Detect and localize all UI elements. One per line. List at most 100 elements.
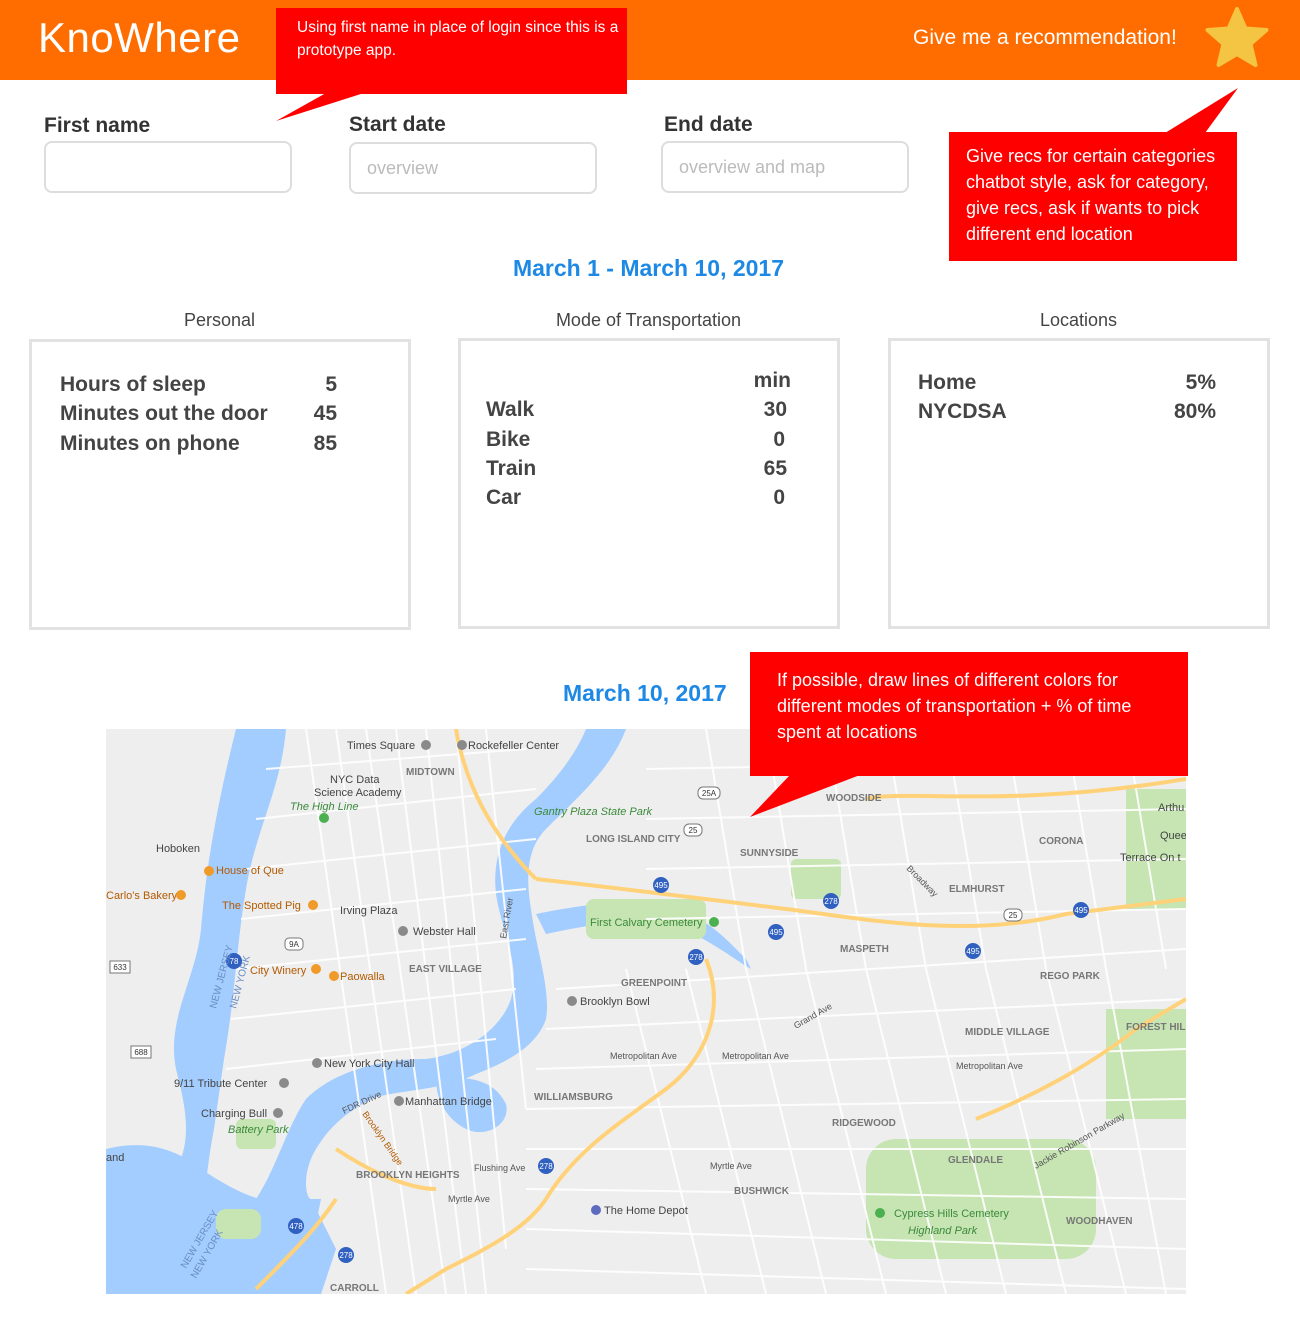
transport-value-bike: 0 <box>773 428 785 451</box>
svg-text:Manhattan Bridge: Manhattan Bridge <box>405 1096 492 1108</box>
route-map[interactable]: 495 278 495 278 495 495 278 278 478 78 2… <box>106 729 1186 1294</box>
svg-text:House of Que: House of Que <box>216 865 284 877</box>
svg-text:Cypress Hills Cemetery: Cypress Hills Cemetery <box>894 1208 1009 1220</box>
svg-text:REGO PARK: REGO PARK <box>1040 971 1101 982</box>
svg-text:Terrace On t: Terrace On t <box>1120 852 1181 864</box>
personal-value-sleep: 5 <box>325 373 337 396</box>
svg-text:688: 688 <box>134 1048 148 1057</box>
knowhere-page: KnoWhere Give me a recommendation! Using… <box>0 0 1300 1337</box>
svg-text:Times Square: Times Square <box>347 740 415 752</box>
svg-text:278: 278 <box>824 897 838 906</box>
svg-text:Arthu: Arthu <box>1158 802 1184 814</box>
personal-label-sleep: Hours of sleep <box>60 373 206 396</box>
recommendation-button[interactable]: Give me a recommendation! <box>913 26 1177 50</box>
svg-text:LONG ISLAND CITY: LONG ISLAND CITY <box>586 834 681 845</box>
first-name-annotation: Using first name in place of login since… <box>276 8 627 94</box>
svg-text:The High Line: The High Line <box>290 801 359 813</box>
first-name-input[interactable] <box>44 141 292 193</box>
svg-text:25: 25 <box>1009 911 1018 920</box>
svg-text:Paowalla: Paowalla <box>340 971 386 983</box>
svg-text:Myrtle Ave: Myrtle Ave <box>710 1161 752 1171</box>
svg-text:Science Academy: Science Academy <box>314 787 402 799</box>
svg-text:MIDDLE VILLAGE: MIDDLE VILLAGE <box>965 1027 1050 1038</box>
svg-text:FOREST HIL: FOREST HIL <box>1126 1022 1185 1033</box>
svg-text:ELMHURST: ELMHURST <box>949 884 1005 895</box>
location-value-home: 5% <box>1185 371 1216 394</box>
locations-panel: Home 5% NYCDSA 80% <box>888 338 1270 629</box>
svg-text:BUSHWICK: BUSHWICK <box>734 1186 790 1197</box>
map-annotation: If possible, draw lines of different col… <box>750 652 1188 776</box>
svg-text:Quee: Quee <box>1160 830 1186 842</box>
map-annotation-pointer <box>750 775 860 817</box>
transport-value-walk: 30 <box>763 398 787 421</box>
location-value-nycdsa: 80% <box>1173 400 1216 423</box>
svg-text:First Calvary Cemetery: First Calvary Cemetery <box>590 917 703 929</box>
star-icon[interactable] <box>1204 6 1270 72</box>
transport-title: Mode of Transportation <box>555 310 742 330</box>
svg-text:Webster Hall: Webster Hall <box>413 926 476 938</box>
svg-text:Hoboken: Hoboken <box>156 843 200 855</box>
svg-text:9/11 Tribute Center: 9/11 Tribute Center <box>174 1078 268 1090</box>
svg-text:Metropolitan Ave: Metropolitan Ave <box>722 1051 789 1061</box>
start-date-input[interactable] <box>349 142 597 194</box>
svg-text:Carlo's Bakery: Carlo's Bakery <box>106 890 178 902</box>
svg-text:WILLIAMSBURG: WILLIAMSBURG <box>534 1092 613 1103</box>
location-label-home: Home <box>918 371 977 394</box>
transport-label-train: Train <box>486 457 537 480</box>
transport-label-walk: Walk <box>486 398 535 421</box>
svg-text:SUNNYSIDE: SUNNYSIDE <box>740 848 799 859</box>
svg-text:EAST VILLAGE: EAST VILLAGE <box>409 964 482 975</box>
personal-value-phone: 85 <box>313 432 337 455</box>
transport-unit-header: min <box>753 369 791 392</box>
svg-text:278: 278 <box>689 953 703 962</box>
svg-text:9A: 9A <box>289 940 299 949</box>
location-label-nycdsa: NYCDSA <box>918 400 1007 423</box>
svg-text:Metropolitan Ave: Metropolitan Ave <box>956 1061 1023 1071</box>
svg-text:WOODHAVEN: WOODHAVEN <box>1066 1216 1132 1227</box>
svg-text:478: 478 <box>289 1222 303 1231</box>
personal-label-phone: Minutes on phone <box>60 432 240 455</box>
svg-text:Battery Park: Battery Park <box>228 1124 289 1136</box>
personal-title: Personal <box>183 310 256 330</box>
svg-text:Myrtle Ave: Myrtle Ave <box>448 1194 490 1204</box>
svg-text:The Home Depot: The Home Depot <box>604 1205 688 1217</box>
svg-text:MASPETH: MASPETH <box>840 944 889 955</box>
svg-text:633: 633 <box>113 963 127 972</box>
svg-text:495: 495 <box>966 947 980 956</box>
svg-text:GREENPOINT: GREENPOINT <box>621 978 687 989</box>
svg-text:CARROLL: CARROLL <box>330 1283 379 1294</box>
svg-text:278: 278 <box>339 1251 353 1260</box>
svg-text:BROOKLYN HEIGHTS: BROOKLYN HEIGHTS <box>356 1170 460 1181</box>
svg-text:495: 495 <box>1074 906 1088 915</box>
svg-text:NYC Data: NYC Data <box>330 774 380 786</box>
top-header: KnoWhere Give me a recommendation! <box>0 0 1300 80</box>
svg-text:Charging Bull: Charging Bull <box>201 1108 267 1120</box>
locations-title: Locations <box>1039 310 1118 330</box>
transport-panel: min Walk 30 Bike 0 Train 65 Car 0 <box>458 338 840 629</box>
svg-text:GLENDALE: GLENDALE <box>948 1155 1003 1166</box>
transport-value-train: 65 <box>763 457 787 480</box>
recommendation-annotation-pointer <box>1165 88 1238 133</box>
transport-label-bike: Bike <box>486 428 531 451</box>
svg-text:MIDTOWN: MIDTOWN <box>406 767 455 778</box>
svg-text:Gantry Plaza State Park: Gantry Plaza State Park <box>534 806 652 818</box>
svg-text:Highland Park: Highland Park <box>908 1225 978 1237</box>
svg-text:New York City Hall: New York City Hall <box>324 1058 414 1070</box>
personal-value-out: 45 <box>313 402 337 425</box>
svg-text:495: 495 <box>769 928 783 937</box>
svg-text:Metropolitan Ave: Metropolitan Ave <box>610 1051 677 1061</box>
svg-text:The Spotted Pig: The Spotted Pig <box>222 900 301 912</box>
svg-text:Brooklyn Bowl: Brooklyn Bowl <box>580 996 650 1008</box>
svg-text:RIDGEWOOD: RIDGEWOOD <box>832 1118 896 1129</box>
map-canvas[interactable]: 495 278 495 278 495 495 278 278 478 78 2… <box>106 729 1186 1294</box>
personal-panel: Hours of sleep 5 Minutes out the door 45… <box>29 339 411 630</box>
app-title[interactable]: KnoWhere <box>38 14 240 62</box>
transport-label-car: Car <box>486 486 522 509</box>
personal-label-out: Minutes out the door <box>60 402 268 425</box>
svg-text:CORONA: CORONA <box>1039 836 1083 847</box>
end-date-input[interactable] <box>661 141 909 193</box>
svg-text:City Winery: City Winery <box>250 965 307 977</box>
start-date-label: Start date <box>349 113 446 136</box>
svg-text:278: 278 <box>539 1162 553 1171</box>
end-date-label: End date <box>664 113 753 136</box>
